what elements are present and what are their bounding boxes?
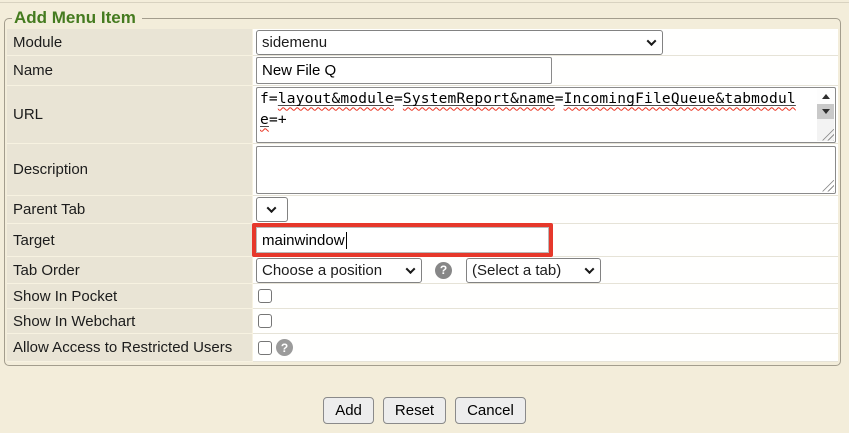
tab-order-position-select[interactable]: Choose a position (256, 258, 422, 283)
tab-order-tab-select[interactable]: (Select a tab) (466, 258, 601, 283)
reset-button[interactable]: Reset (383, 397, 446, 424)
module-select-value: sidemenu (262, 34, 327, 51)
form-row-show-in-webchart: Show In Webchart (7, 309, 838, 334)
form-row-target: Target mainwindow (7, 224, 838, 257)
name-label: Name (7, 56, 253, 86)
form-title: Add Menu Item (12, 8, 142, 28)
url-textarea[interactable]: f=layout&module=SystemReport&name=Incomi… (256, 87, 836, 143)
chevron-down-icon (647, 36, 657, 46)
allow-access-label: Allow Access to Restricted Users (7, 334, 253, 362)
module-label: Module (7, 29, 253, 56)
top-divider (0, 2, 849, 3)
show-in-pocket-label: Show In Pocket (7, 284, 253, 309)
help-icon[interactable]: ? (276, 339, 293, 356)
tab-order-position-value: Choose a position (262, 262, 382, 279)
target-label: Target (7, 224, 253, 257)
form-row-tab-order: Tab Order Choose a position ? (Select a … (7, 257, 838, 284)
scroll-up-button[interactable] (817, 89, 834, 104)
chevron-down-icon (406, 264, 416, 274)
form-actions: Add Reset Cancel (0, 397, 849, 424)
form-row-url: URL f=layout&module=SystemReport&name=In… (7, 86, 838, 144)
allow-access-checkbox[interactable] (258, 341, 272, 355)
target-highlight-box: mainwindow (252, 223, 553, 257)
module-select[interactable]: sidemenu (256, 30, 663, 55)
chevron-down-icon (585, 264, 595, 274)
form-row-description: Description (7, 144, 838, 196)
form-row-show-in-pocket: Show In Pocket (7, 284, 838, 309)
show-in-webchart-checkbox[interactable] (258, 314, 272, 328)
target-input[interactable]: mainwindow (256, 227, 549, 253)
add-menu-item-fieldset: Add Menu Item Module sidemenu Name URL f… (4, 8, 841, 366)
resize-handle-icon[interactable] (822, 180, 834, 192)
help-icon[interactable]: ? (435, 262, 452, 279)
add-menu-item-form: Module sidemenu Name URL f=layout&module… (7, 29, 838, 362)
text-caret (346, 232, 348, 249)
name-input[interactable] (256, 57, 552, 84)
description-label: Description (7, 144, 253, 196)
chevron-down-icon (266, 203, 276, 213)
add-button[interactable]: Add (323, 397, 374, 424)
url-label: URL (7, 86, 253, 144)
scroll-up-icon (822, 94, 830, 99)
target-input-value: mainwindow (262, 232, 345, 249)
page: { "page": { "background": "#f3edda", "ac… (0, 0, 849, 433)
form-row-module: Module sidemenu (7, 29, 838, 56)
show-in-webchart-label: Show In Webchart (7, 309, 253, 334)
tab-order-label: Tab Order (7, 257, 253, 284)
url-text-line2: e=+ (257, 109, 835, 130)
form-row-parent-tab: Parent Tab (7, 196, 838, 224)
cancel-button[interactable]: Cancel (455, 397, 526, 424)
form-row-name: Name (7, 56, 838, 86)
scroll-down-button[interactable] (817, 104, 834, 119)
parent-tab-label: Parent Tab (7, 196, 253, 224)
tab-order-tab-value: (Select a tab) (472, 262, 561, 279)
form-row-allow-access: Allow Access to Restricted Users ? (7, 334, 838, 362)
scroll-down-icon (822, 109, 830, 114)
show-in-pocket-checkbox[interactable] (258, 289, 272, 303)
url-text-line1: f=layout&module=SystemReport&name=Incomi… (257, 88, 835, 109)
description-textarea[interactable] (256, 146, 836, 194)
parent-tab-select[interactable] (256, 197, 288, 222)
